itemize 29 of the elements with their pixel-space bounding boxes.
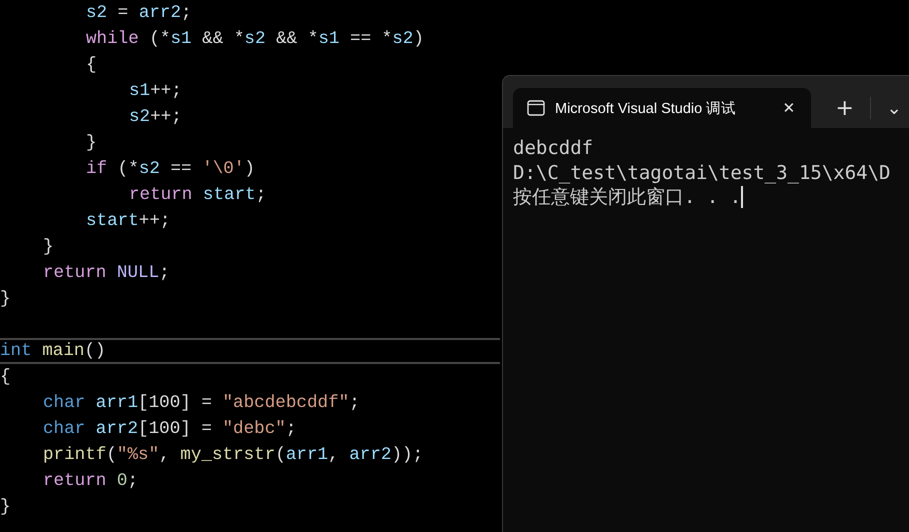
tab-title: Microsoft Visual Studio 调试	[555, 100, 738, 118]
code-line: char arr2[100] = "debc";	[42, 418, 298, 441]
close-button[interactable]: ✕	[776, 99, 801, 117]
code-line: }	[42, 236, 55, 259]
console-output: debcddf	[513, 136, 594, 160]
code-line: char arr1[100] = "abcdebcddf";	[42, 392, 361, 415]
code-line: start++;	[85, 210, 172, 233]
terminal-tab[interactable]: Microsoft Visual Studio 调试 ✕	[513, 88, 811, 128]
code-line: return 0;	[42, 470, 140, 493]
console-output: D:\C_test\tagotai\test_3_15\x64\D	[513, 160, 890, 185]
code-line: {	[0, 366, 12, 389]
console-output: 按任意键关闭此窗口. . .	[513, 185, 742, 210]
code-line: }	[0, 496, 12, 519]
code-line: }	[85, 132, 98, 155]
code-line: s2 = arr2;	[85, 2, 193, 25]
console-icon	[527, 100, 545, 116]
dropdown-button[interactable]: ⌄	[879, 88, 909, 128]
text-cursor	[741, 186, 744, 208]
code-line: return NULL;	[42, 262, 171, 285]
code-line: int main()	[0, 338, 500, 364]
code-line: s1++;	[128, 80, 183, 103]
code-line: s2++;	[128, 106, 183, 129]
new-tab-button[interactable]: +	[826, 88, 862, 128]
code-line: return start;	[128, 184, 268, 207]
code-line: while (*s1 && *s2 && *s1 == *s2)	[85, 28, 425, 51]
code-line: printf("%s", my_strstr(arr1, arr2));	[42, 444, 424, 467]
code-line: {	[85, 54, 98, 77]
code-line: }	[0, 288, 12, 311]
code-line: if (*s2 == '\0')	[85, 158, 256, 181]
